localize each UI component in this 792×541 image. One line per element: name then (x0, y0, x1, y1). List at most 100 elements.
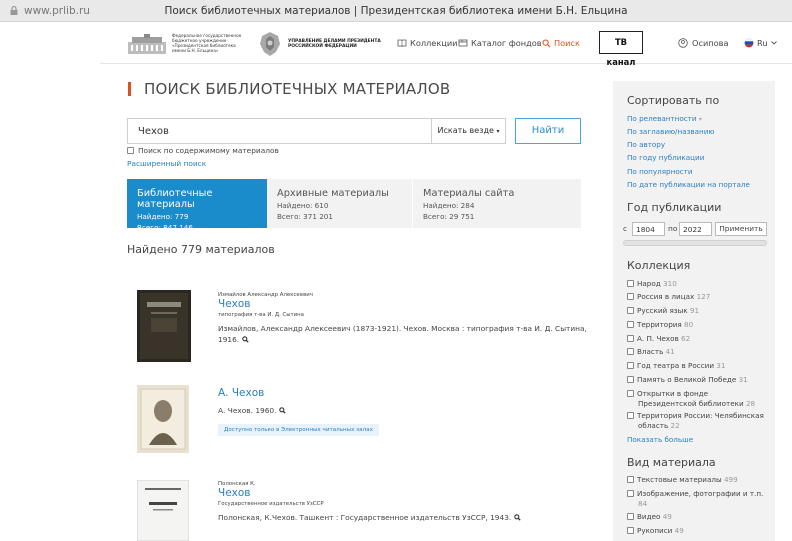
checkbox[interactable] (627, 307, 634, 314)
material-label: Изображение, фотографии и т.п. (637, 489, 764, 498)
collection-count: 22 (670, 420, 680, 430)
tab-total: Всего: 847 146 (137, 223, 193, 232)
collection-count: 31 (716, 361, 726, 370)
tab-library-materials[interactable]: Библиотечные материалы Найдено: 779 Всег… (127, 179, 267, 232)
tab-found: Найдено: 610 (277, 201, 329, 210)
checkbox[interactable] (627, 376, 634, 383)
apply-button[interactable]: Применить (715, 222, 767, 236)
page-title: ПОИСК БИБЛИОТЕЧНЫХ МАТЕРИАЛОВ (128, 80, 450, 98)
book-cover-thumbnail[interactable] (137, 480, 189, 541)
collection-item[interactable]: Россия в лицах 127 (627, 292, 772, 302)
result-item: Полонская К. Чехов Государственное издат… (127, 480, 587, 541)
collection-item[interactable]: Территория 80 (627, 320, 772, 330)
user-menu[interactable]: Осипова (678, 38, 728, 48)
result-title[interactable]: Чехов (218, 298, 587, 311)
sort-popularity[interactable]: По популярности (627, 167, 693, 176)
administration-logo[interactable]: УПРАВЛЕНИЕ ДЕЛАМИ ПРЕЗИДЕНТА РОССИЙСКОЙ … (258, 30, 388, 58)
nav-search-label: Поиск (554, 38, 580, 48)
year-from-input[interactable]: 1804 (632, 222, 665, 236)
checkbox[interactable] (627, 527, 634, 534)
user-icon (678, 38, 688, 48)
checkbox[interactable] (627, 362, 634, 369)
material-label: Рукописи (637, 526, 673, 535)
portrait-thumbnail[interactable] (137, 385, 189, 453)
checkbox[interactable] (627, 293, 634, 300)
material-count: 49 (662, 512, 672, 521)
collection-count: 41 (665, 347, 675, 356)
result-citation-line1: А. Чехов. 1960. (218, 406, 277, 415)
sort-year[interactable]: По году публикации (627, 153, 704, 162)
collection-count: 80 (684, 320, 694, 329)
checkbox[interactable] (627, 412, 634, 419)
result-citation-line1: Полонская, К.Чехов. Ташкент : Государств… (218, 513, 512, 522)
results-count: Найдено 779 материалов (127, 243, 275, 256)
caret-down-icon: ▾ (496, 128, 500, 135)
year-to-input[interactable]: 2022 (679, 222, 712, 236)
collection-label: Народ (637, 279, 661, 288)
result-publisher: Государственное издательств УзССР (218, 501, 324, 507)
show-more-link[interactable]: Показать больше (627, 435, 693, 444)
access-badge: Доступно только в Электронных читальных … (218, 424, 379, 436)
collection-count: 91 (689, 306, 700, 315)
caret-down-icon: ▾ (698, 116, 702, 123)
checkbox[interactable] (627, 476, 634, 483)
book-cover-thumbnail[interactable] (137, 290, 191, 362)
checkbox[interactable] (627, 280, 634, 287)
checkbox[interactable] (627, 335, 634, 342)
tab-archive-materials[interactable]: Архивные материалы Найдено: 610 Всего: 3… (267, 179, 413, 228)
advanced-search-link[interactable]: Расширенный поиск (127, 159, 206, 168)
result-citation: А. Чехов. 1960. (218, 405, 379, 416)
material-count: 499 (723, 475, 738, 484)
material-item[interactable]: Видео 49 (627, 512, 772, 522)
tab-site-materials[interactable]: Материалы сайта Найдено: 284 Всего: 29 7… (413, 179, 581, 228)
material-item[interactable]: Изображение, фотографии и т.п. 84 (627, 489, 772, 508)
search-scope-dropdown[interactable]: Искать везде ▾ (431, 118, 506, 144)
checkbox[interactable] (627, 348, 634, 355)
checkbox[interactable] (627, 390, 634, 397)
administration-logo-text: УПРАВЛЕНИЕ ДЕЛАМИ ПРЕЗИДЕНТА РОССИЙСКОЙ … (288, 39, 381, 50)
year-heading: Год публикации (627, 201, 722, 214)
collection-item[interactable]: А. П. Чехов 62 (627, 334, 772, 344)
content-search-checkbox[interactable] (127, 147, 134, 154)
user-name: Осипова (692, 38, 729, 48)
search-icon[interactable] (279, 407, 286, 414)
content-search-option[interactable]: Поиск по содержимому материалов (127, 146, 279, 155)
checkbox[interactable] (627, 321, 634, 328)
collection-heading: Коллекция (627, 259, 691, 272)
collection-item[interactable]: Память о Великой Победе 31 (627, 375, 772, 385)
sort-author[interactable]: По автору (627, 140, 665, 149)
nav-catalog[interactable]: Каталог фондов (458, 38, 542, 48)
collection-label: Русский язык (637, 306, 688, 315)
find-button[interactable]: Найти (515, 118, 581, 144)
collection-item[interactable]: Территория России: Челябинская область 22 (627, 411, 772, 430)
language-selector[interactable]: Ru (744, 38, 777, 48)
nav-search[interactable]: Поиск (542, 38, 580, 48)
result-publisher: типография т-ва И. Д. Сытина (218, 312, 304, 318)
collection-item[interactable]: Русский язык 91 (627, 306, 772, 316)
window-title: Поиск библиотечных материалов | Президен… (164, 5, 628, 17)
checkbox[interactable] (627, 490, 634, 497)
result-title[interactable]: Чехов (218, 487, 521, 500)
search-icon[interactable] (513, 514, 521, 521)
result-title[interactable]: А. Чехов (218, 387, 379, 400)
collection-item[interactable]: Народ 310 (627, 279, 772, 289)
collection-item[interactable]: Власть 41 (627, 347, 772, 357)
sort-heading: Сортировать по (627, 94, 720, 107)
sort-portal-date[interactable]: По дате публикации на портале (627, 180, 750, 189)
sort-title[interactable]: По заглавию/названию (627, 127, 714, 136)
collection-count: 31 (738, 375, 748, 384)
search-icon[interactable] (241, 336, 249, 343)
collection-item[interactable]: Год театра в России 31 (627, 361, 772, 371)
result-item: Измайлов Александр Алексеевич Чехов типо… (127, 290, 587, 364)
sort-relevance[interactable]: По релевантности ▾ (627, 114, 702, 123)
nav-collections[interactable]: Коллекции (397, 38, 458, 48)
search-input[interactable]: Чехов (127, 118, 431, 144)
russian-flag-icon (744, 38, 754, 48)
tab-total: Всего: 29 751 (423, 212, 475, 221)
tv-channel-button[interactable]: ТВ канал (599, 31, 643, 67)
material-item[interactable]: Рукописи 49 (627, 526, 772, 536)
year-slider[interactable] (623, 240, 767, 246)
checkbox[interactable] (627, 513, 634, 520)
material-item[interactable]: Текстовые материалы 499 (627, 475, 772, 485)
collection-item[interactable]: Открытки в фонде Президентской библиотеки… (627, 389, 772, 408)
